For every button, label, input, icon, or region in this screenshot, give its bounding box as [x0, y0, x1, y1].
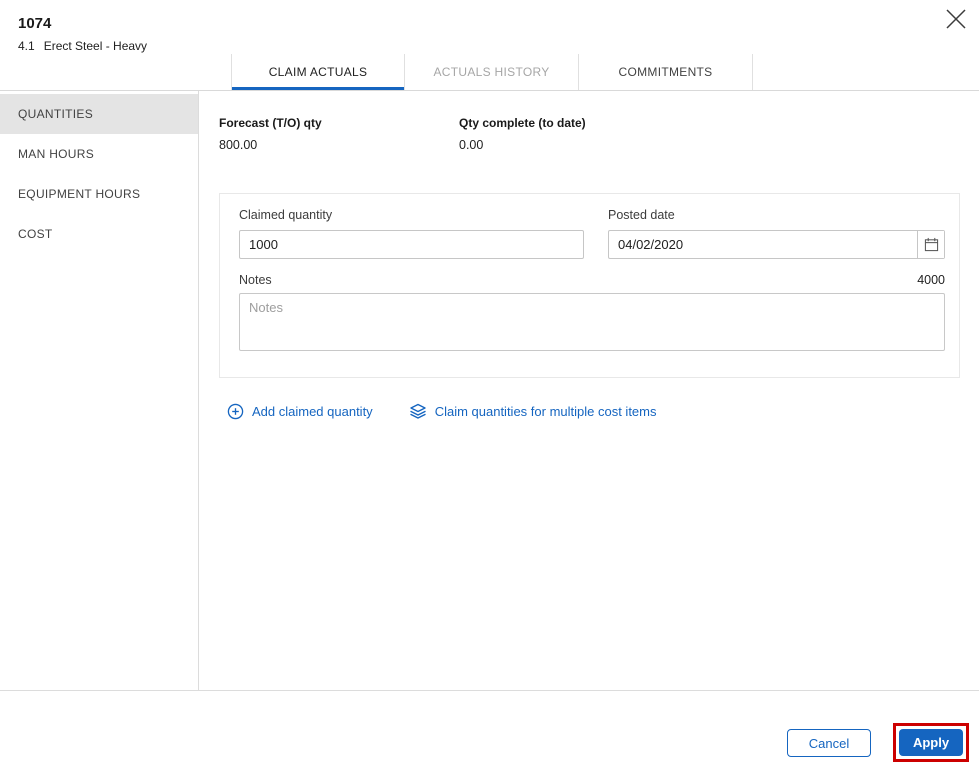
sidebar: QUANTITIES MAN HOURS EQUIPMENT HOURS COS…	[0, 91, 199, 690]
add-claimed-quantity-link[interactable]: Add claimed quantity	[227, 403, 373, 420]
calendar-icon	[924, 237, 938, 252]
layers-icon	[409, 403, 426, 419]
notes-label: Notes	[239, 273, 272, 287]
claim-form-panel: Claimed quantity Posted date	[219, 193, 960, 378]
claim-actuals-dialog: 1074 4.1 Erect Steel - Heavy CLAIM ACTUAL…	[0, 0, 979, 762]
claimed-quantity-label: Claimed quantity	[239, 208, 333, 222]
tab-commitments[interactable]: COMMITMENTS	[579, 54, 753, 90]
close-button[interactable]	[939, 2, 973, 36]
apply-highlight-box: Apply	[893, 723, 969, 762]
notes-char-count: 4000	[917, 273, 945, 287]
posted-date-field: Posted date	[608, 208, 945, 259]
tab-bar: CLAIM ACTUALS ACTUALS HISTORY COMMITMENT…	[231, 54, 753, 90]
sidebar-item-quantities[interactable]: QUANTITIES	[0, 94, 198, 134]
tab-claim-actuals[interactable]: CLAIM ACTUALS	[231, 54, 405, 90]
qty-complete-label: Qty complete (to date)	[459, 116, 586, 130]
posted-date-wrapper	[608, 230, 945, 259]
claimed-quantity-input[interactable]	[239, 230, 584, 259]
sidebar-item-cost[interactable]: COST	[0, 214, 198, 254]
apply-button[interactable]: Apply	[899, 729, 963, 756]
cancel-button[interactable]: Cancel	[787, 729, 871, 757]
page-title: 1074	[18, 15, 52, 32]
notes-textarea[interactable]	[239, 293, 945, 351]
sidebar-item-man-hours[interactable]: MAN HOURS	[0, 134, 198, 174]
forecast-qty-value: 800.00	[219, 138, 258, 152]
plus-circle-icon	[227, 403, 244, 419]
close-icon	[946, 9, 966, 29]
claim-multiple-label: Claim quantities for multiple cost items	[434, 403, 657, 419]
cost-item-code: 4.1	[18, 39, 35, 53]
action-links: Add claimed quantity Claim quantities fo…	[227, 402, 657, 420]
calendar-button[interactable]	[917, 231, 944, 258]
sidebar-item-equipment-hours[interactable]: EQUIPMENT HOURS	[0, 174, 198, 214]
add-claimed-quantity-label: Add claimed quantity	[252, 403, 373, 419]
posted-date-label: Posted date	[608, 208, 675, 222]
claim-multiple-link[interactable]: Claim quantities for multiple cost items	[409, 402, 657, 420]
claimed-quantity-field: Claimed quantity	[239, 208, 584, 259]
forecast-qty-label: Forecast (T/O) qty	[219, 116, 322, 130]
cost-item-subtitle: 4.1 Erect Steel - Heavy	[18, 39, 147, 53]
tab-actuals-history[interactable]: ACTUALS HISTORY	[405, 54, 579, 90]
qty-complete-value: 0.00	[459, 138, 484, 152]
cost-item-name: Erect Steel - Heavy	[43, 39, 148, 53]
notes-field: Notes 4000	[239, 273, 945, 356]
posted-date-input[interactable]	[609, 231, 917, 258]
footer-divider	[0, 690, 979, 691]
